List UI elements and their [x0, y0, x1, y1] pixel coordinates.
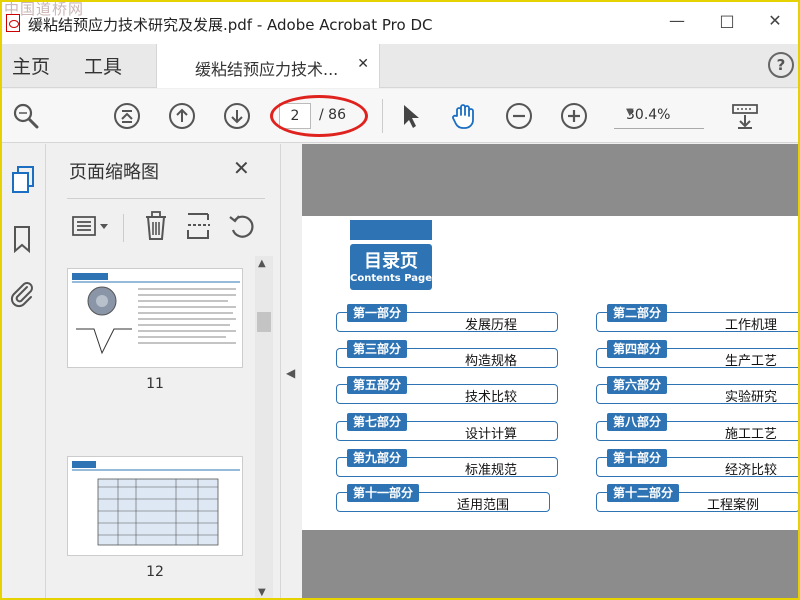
hand-tool-icon[interactable]	[450, 102, 478, 130]
thumbnail-options-icon[interactable]	[71, 212, 111, 242]
thumbnail-preview	[72, 461, 240, 546]
toc-item-name: 设计计算	[464, 427, 517, 442]
scroll-up-icon[interactable]: ▲	[258, 258, 266, 269]
tools-divider	[123, 214, 124, 242]
document-view: 目录页 Contents Page 第一部分 发展历程 第二部分 工作机理 第三…	[302, 144, 800, 600]
toc-item: 第五部分 技术比较	[336, 376, 558, 405]
pdf-page: 目录页 Contents Page 第一部分 发展历程 第二部分 工作机理 第三…	[302, 216, 800, 530]
rotate-icon[interactable]	[227, 211, 257, 241]
maximize-icon[interactable]: □	[712, 6, 742, 36]
toc-item-name: 施工工艺	[724, 427, 777, 442]
zoom-out-icon[interactable]	[505, 102, 533, 130]
minimize-icon[interactable]: —	[662, 6, 692, 36]
select-cursor-icon[interactable]	[396, 102, 424, 130]
toc-item-name: 发展历程	[464, 318, 517, 333]
panel-toolbar	[47, 204, 281, 250]
toc-item-number: 第七部分	[347, 413, 408, 431]
trash-icon[interactable]	[143, 210, 169, 242]
toc-item-name: 实验研究	[724, 390, 777, 405]
toc-item-number: 第六部分	[607, 376, 668, 394]
toc-item-name: 生产工艺	[724, 354, 777, 369]
thumbnail-page-11[interactable]	[67, 268, 243, 368]
close-window-icon[interactable]: ✕	[760, 6, 790, 36]
toc-title: 目录页	[364, 251, 418, 272]
left-rail	[0, 144, 46, 600]
thumbnail-page-12[interactable]	[67, 456, 243, 556]
tab-home[interactable]: 主页	[12, 52, 50, 79]
toc-item: 第二部分 工作机理	[596, 304, 800, 333]
toc-item: 第六部分 实验研究	[596, 376, 800, 405]
toc-item-number: 第十一部分	[347, 484, 420, 502]
tab-document[interactable]: 缓粘结预应力技术... ✕	[156, 44, 380, 88]
highlight-ellipse	[270, 95, 368, 137]
close-tab-icon[interactable]: ✕	[357, 56, 369, 72]
zoom-in-icon[interactable]	[560, 102, 588, 130]
next-page-icon[interactable]	[223, 102, 251, 130]
toc-item-number: 第三部分	[347, 340, 408, 358]
toc-item-name: 标准规范	[464, 463, 517, 478]
toc-item-number: 第二部分	[607, 304, 668, 322]
document-tab-label: 缓粘结预应力技术...	[195, 60, 339, 79]
scroll-down-icon[interactable]: ▼	[258, 587, 266, 598]
toc-subtitle: Contents Page	[350, 273, 432, 284]
toc-item-number: 第一部分	[347, 304, 408, 322]
tab-bar: 主页 工具 缓粘结预应力技术... ✕ ?	[0, 44, 800, 88]
page-thumbnails-icon[interactable]	[9, 164, 37, 196]
toolbar: 2 / 86 30.4% ▼	[0, 89, 800, 143]
toc-item-number: 第五部分	[347, 376, 408, 394]
toc-item-number: 第十二部分	[607, 484, 680, 502]
scrollbar-thumb[interactable]	[257, 312, 271, 332]
toc-item-number: 第九部分	[347, 449, 408, 467]
first-page-icon[interactable]	[113, 102, 141, 130]
collapse-panel-icon[interactable]: ◀	[286, 366, 295, 380]
toc-item: 第七部分 设计计算	[336, 413, 558, 442]
zoom-search-icon[interactable]	[12, 102, 40, 130]
tab-tools[interactable]: 工具	[84, 52, 122, 79]
toc-item-name: 工程案例	[706, 498, 759, 513]
help-icon[interactable]: ?	[768, 52, 794, 78]
toc-item-name: 工作机理	[724, 318, 777, 333]
insert-pages-icon[interactable]	[185, 210, 213, 242]
toc-item-number: 第十部分	[607, 449, 668, 467]
toc-item-number: 第八部分	[607, 413, 668, 431]
panel-divider	[67, 198, 265, 199]
toc-item: 第十二部分 工程案例	[596, 484, 800, 513]
attachment-icon[interactable]	[7, 278, 37, 308]
chevron-down-icon: ▼	[626, 107, 634, 118]
toc-item-name: 经济比较	[724, 463, 777, 478]
toc-item-name: 技术比较	[464, 390, 517, 405]
toc-header-bar	[350, 220, 432, 240]
window-title: 缓粘结预应力技术研究及发展.pdf - Adobe Acrobat Pro DC	[28, 16, 433, 34]
panel-title: 页面缩略图	[69, 162, 159, 183]
toc-item: 第一部分 发展历程	[336, 304, 558, 333]
bookmark-icon[interactable]	[11, 224, 33, 254]
toc-item: 第十部分 经济比较	[596, 449, 800, 478]
toc-item: 第八部分 施工工艺	[596, 413, 800, 442]
thumbnails-panel: 页面缩略图 ✕ 11 12 ▲ ▼	[47, 144, 281, 600]
zoom-dropdown[interactable]: 30.4% ▼	[614, 105, 704, 129]
toc-item-name: 构造规格	[464, 354, 517, 369]
toc-item: 第十一部分 适用范围	[336, 484, 550, 513]
toc-item: 第四部分 生产工艺	[596, 340, 800, 369]
toolbar-divider	[382, 99, 383, 133]
scroll-mode-icon[interactable]	[730, 102, 760, 130]
toc-item: 第三部分 构造规格	[336, 340, 558, 369]
thumbnail-page-number: 11	[146, 376, 164, 392]
close-panel-icon[interactable]: ✕	[233, 156, 250, 180]
title-bar: 中国道桥网 缓粘结预应力技术研究及发展.pdf - Adobe Acrobat …	[0, 0, 800, 44]
thumbnail-list: 11 12	[67, 256, 255, 600]
thumbnail-page-number: 12	[146, 564, 164, 580]
pdf-file-icon	[6, 14, 20, 32]
toc-item-number: 第四部分	[607, 340, 668, 358]
thumbnail-preview	[72, 273, 240, 355]
toc-item-name: 适用范围	[456, 498, 509, 513]
thumbnail-scrollbar[interactable]: ▲ ▼	[255, 256, 273, 600]
previous-page-icon[interactable]	[168, 102, 196, 130]
toc-title-block: 目录页 Contents Page	[350, 244, 432, 290]
toc-item: 第九部分 标准规范	[336, 449, 558, 478]
